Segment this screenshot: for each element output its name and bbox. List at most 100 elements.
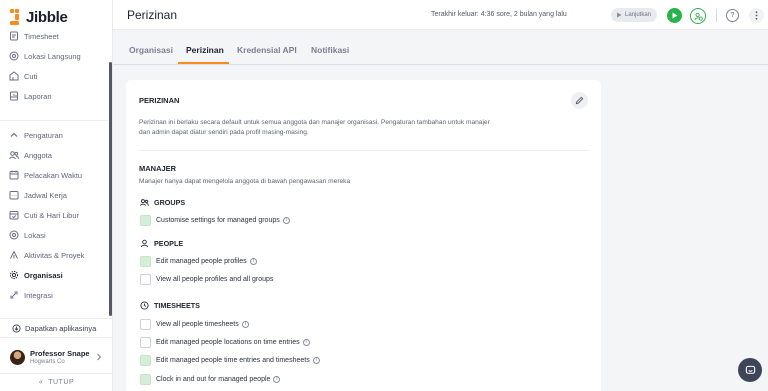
group-title: GROUPS [154, 198, 186, 207]
chevron-up-icon [10, 132, 18, 137]
sidebar-item-label: Integrasi [24, 290, 53, 300]
sidebar-item-label: Pelacakan Waktu [24, 170, 83, 180]
checkbox-checked[interactable] [140, 215, 151, 226]
checkbox-unchecked[interactable] [140, 274, 151, 285]
leave-icon [9, 71, 19, 81]
tab-notifications[interactable]: Notifikasi [311, 45, 349, 55]
permission-label: Clock in and out for managed people [156, 376, 271, 383]
user-profile[interactable]: Professor Snape Hogwarts Co [0, 343, 113, 371]
sidebar-item-label: Organisasi [24, 270, 63, 280]
sidebar-item-label: Cuti [24, 71, 38, 81]
manager-title: MANAJER [139, 164, 177, 173]
manager-description: Manajer hanya dapat mengelola anggota di… [139, 178, 351, 185]
sidebar-item-reports[interactable]: Laporan [0, 86, 108, 106]
permission-customise-groups[interactable]: Customise settings for managed groups i [140, 215, 290, 226]
info-icon[interactable]: i [249, 258, 257, 265]
collapse-sidebar-button[interactable]: « TUTUP [0, 373, 113, 391]
groups-icon [140, 199, 149, 206]
jibble-logo-icon [10, 9, 23, 25]
jibble-logo[interactable]: Jibble [10, 8, 68, 26]
get-app-label: Dapatkan aplikasinya [25, 323, 97, 333]
checkbox-unchecked[interactable] [140, 319, 151, 330]
report-icon [10, 91, 18, 101]
group-title: PEOPLE [154, 239, 184, 248]
permission-view-all-profiles[interactable]: View all people profiles and all groups [140, 274, 273, 285]
info-icon[interactable]: i [273, 376, 281, 383]
sidebar-item-time-tracking[interactable]: Pelacakan Waktu [0, 165, 108, 185]
user-clock-icon [693, 12, 703, 21]
section-title: PERIZINAN [139, 96, 180, 105]
checkbox-checked[interactable] [140, 256, 151, 267]
sidebar-item-organization[interactable]: Organisasi [0, 265, 108, 285]
more-options-button[interactable] [749, 8, 764, 23]
help-button[interactable]: ? [726, 9, 739, 22]
clock-in-others-button[interactable] [690, 8, 706, 24]
location-pin-icon [9, 51, 19, 61]
sidebar-settings-toggle[interactable]: Pengaturan [0, 125, 108, 145]
sidebar-item-activities[interactable]: Aktivitas & Proyek [0, 245, 108, 265]
sidebar-item-work-schedule[interactable]: Jadwal Kerja [0, 185, 108, 205]
permission-label: Edit managed people time entries and tim… [156, 357, 310, 364]
sidebar-scrollbar[interactable] [109, 62, 112, 316]
info-icon[interactable]: i [282, 217, 290, 224]
info-icon[interactable]: i [241, 321, 249, 328]
sidebar-item-label: Anggota [24, 150, 52, 160]
chat-support-button[interactable] [738, 358, 762, 382]
avatar [10, 349, 25, 365]
sidebar-item-holidays[interactable]: Cuti & Hari Libur [0, 205, 108, 225]
download-icon [12, 323, 21, 333]
sidebar-item-leave[interactable]: Cuti [0, 66, 108, 86]
members-icon [9, 151, 19, 160]
info-icon[interactable]: i [302, 339, 310, 346]
sidebar-item-label: Lokasi Langsung [24, 51, 81, 61]
pencil-icon [575, 96, 584, 105]
last-clock-out-text: Terakhir keluar: 4:36 sore, 2 bulan yang… [431, 11, 567, 18]
sidebar-item-label: Aktivitas & Proyek [24, 250, 85, 260]
tab-api-credentials[interactable]: Kredensial API [237, 45, 297, 55]
app-name: Jibble [26, 8, 68, 26]
resume-label: Lanjutkan [625, 12, 652, 18]
permission-view-all-timesheets[interactable]: View all people timesheets i [140, 319, 249, 330]
header-divider [716, 9, 717, 22]
top-header: Perizinan Terakhir keluar: 4:36 sore, 2 … [113, 0, 768, 30]
sidebar-nav-settings: Pengaturan Anggota Pelacakan Waktu Jadwa… [0, 116, 108, 305]
clock-in-button[interactable] [667, 8, 682, 23]
sidebar-item-members[interactable]: Anggota [0, 145, 108, 165]
person-icon [140, 239, 149, 248]
gear-icon [9, 270, 19, 280]
work-schedule-icon [9, 191, 19, 200]
sidebar-item-timesheet[interactable]: Timesheet [0, 26, 108, 46]
permission-clock-in-out[interactable]: Clock in and out for managed people i [140, 374, 281, 385]
play-icon [672, 12, 678, 19]
resume-button[interactable]: Lanjutkan [611, 8, 657, 22]
section-description: Perizinan ini berlaku secara default unt… [139, 119, 490, 136]
sidebar: Jibble Timesheet Lokasi Langsung Cuti La… [0, 0, 113, 391]
permission-edit-time-entries[interactable]: Edit managed people time entries and tim… [140, 355, 320, 366]
tab-permissions[interactable]: Perizinan [186, 45, 224, 55]
timesheet-icon [10, 31, 18, 41]
group-header-groups: GROUPS [140, 198, 185, 207]
info-icon[interactable]: i [312, 357, 320, 364]
group-title: TIMESHEETS [154, 301, 200, 310]
permission-edit-managed-profiles[interactable]: Edit managed people profiles i [140, 256, 257, 267]
time-tracking-icon [9, 170, 19, 180]
sidebar-item-live-location[interactable]: Lokasi Langsung [0, 46, 108, 66]
sidebar-item-label: Cuti & Hari Libur [24, 210, 80, 220]
checkbox-unchecked[interactable] [140, 337, 151, 348]
settings-tabs: Organisasi Perizinan Kredensial API Noti… [113, 31, 768, 65]
permission-label: View all people profiles and all groups [156, 276, 274, 283]
permission-label: Edit managed people profiles [156, 258, 247, 265]
checkbox-checked[interactable] [140, 355, 151, 366]
sidebar-item-label: Lokasi [24, 230, 46, 240]
permission-label: View all people timesheets [156, 321, 239, 328]
collapse-label: TUTUP [48, 379, 75, 386]
checkbox-checked[interactable] [140, 374, 151, 385]
permission-edit-locations[interactable]: Edit managed people locations on time en… [140, 337, 310, 348]
edit-button[interactable] [571, 92, 588, 109]
get-app-button[interactable]: Dapatkan aplikasinya [0, 318, 113, 338]
active-tab-indicator [178, 62, 229, 64]
sidebar-item-locations[interactable]: Lokasi [0, 225, 108, 245]
tab-organization[interactable]: Organisasi [129, 45, 173, 55]
group-header-timesheets: TIMESHEETS [140, 301, 200, 310]
sidebar-item-integrations[interactable]: Integrasi [0, 285, 108, 305]
